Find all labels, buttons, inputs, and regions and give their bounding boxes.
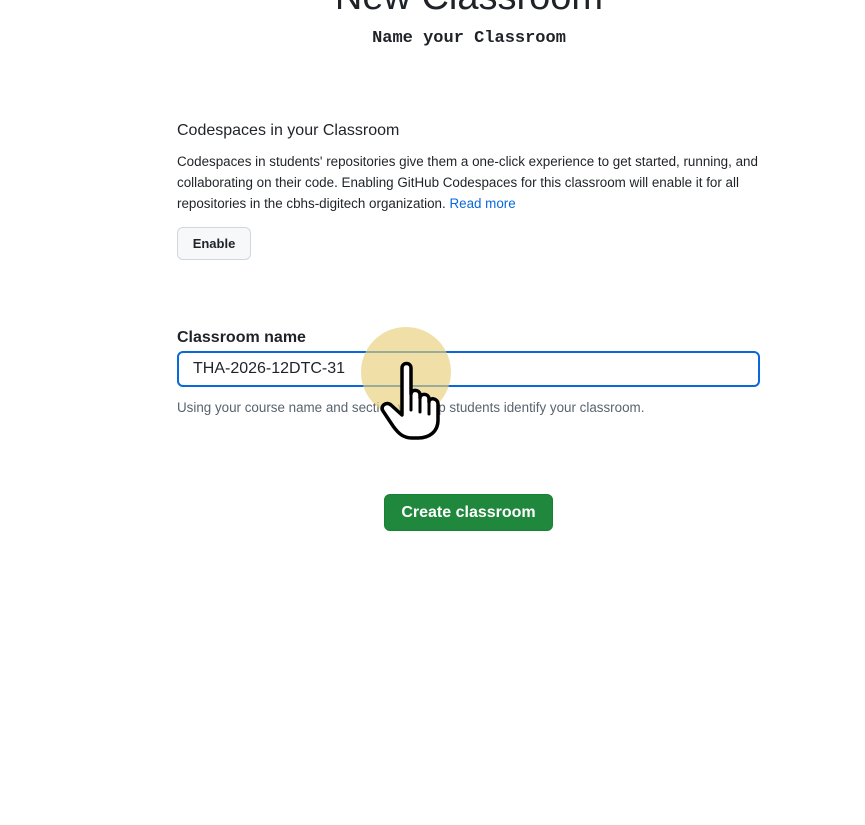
classroom-name-label: Classroom name xyxy=(177,329,306,346)
page-title: New Classroom xyxy=(0,0,865,20)
page-subtitle: Name your Classroom xyxy=(372,29,566,48)
read-more-link[interactable]: Read more xyxy=(449,196,515,211)
codespaces-description: Codespaces in students' repositories giv… xyxy=(177,151,767,214)
enable-codespaces-button[interactable]: Enable xyxy=(177,227,251,260)
codespaces-heading: Codespaces in your Classroom xyxy=(177,122,400,139)
codespaces-section: Codespaces in your Classroom Codespaces … xyxy=(177,120,767,214)
classroom-name-input[interactable] xyxy=(177,351,760,387)
create-classroom-button[interactable]: Create classroom xyxy=(384,494,553,531)
classroom-name-hint: Using your course name and section will … xyxy=(177,400,645,415)
